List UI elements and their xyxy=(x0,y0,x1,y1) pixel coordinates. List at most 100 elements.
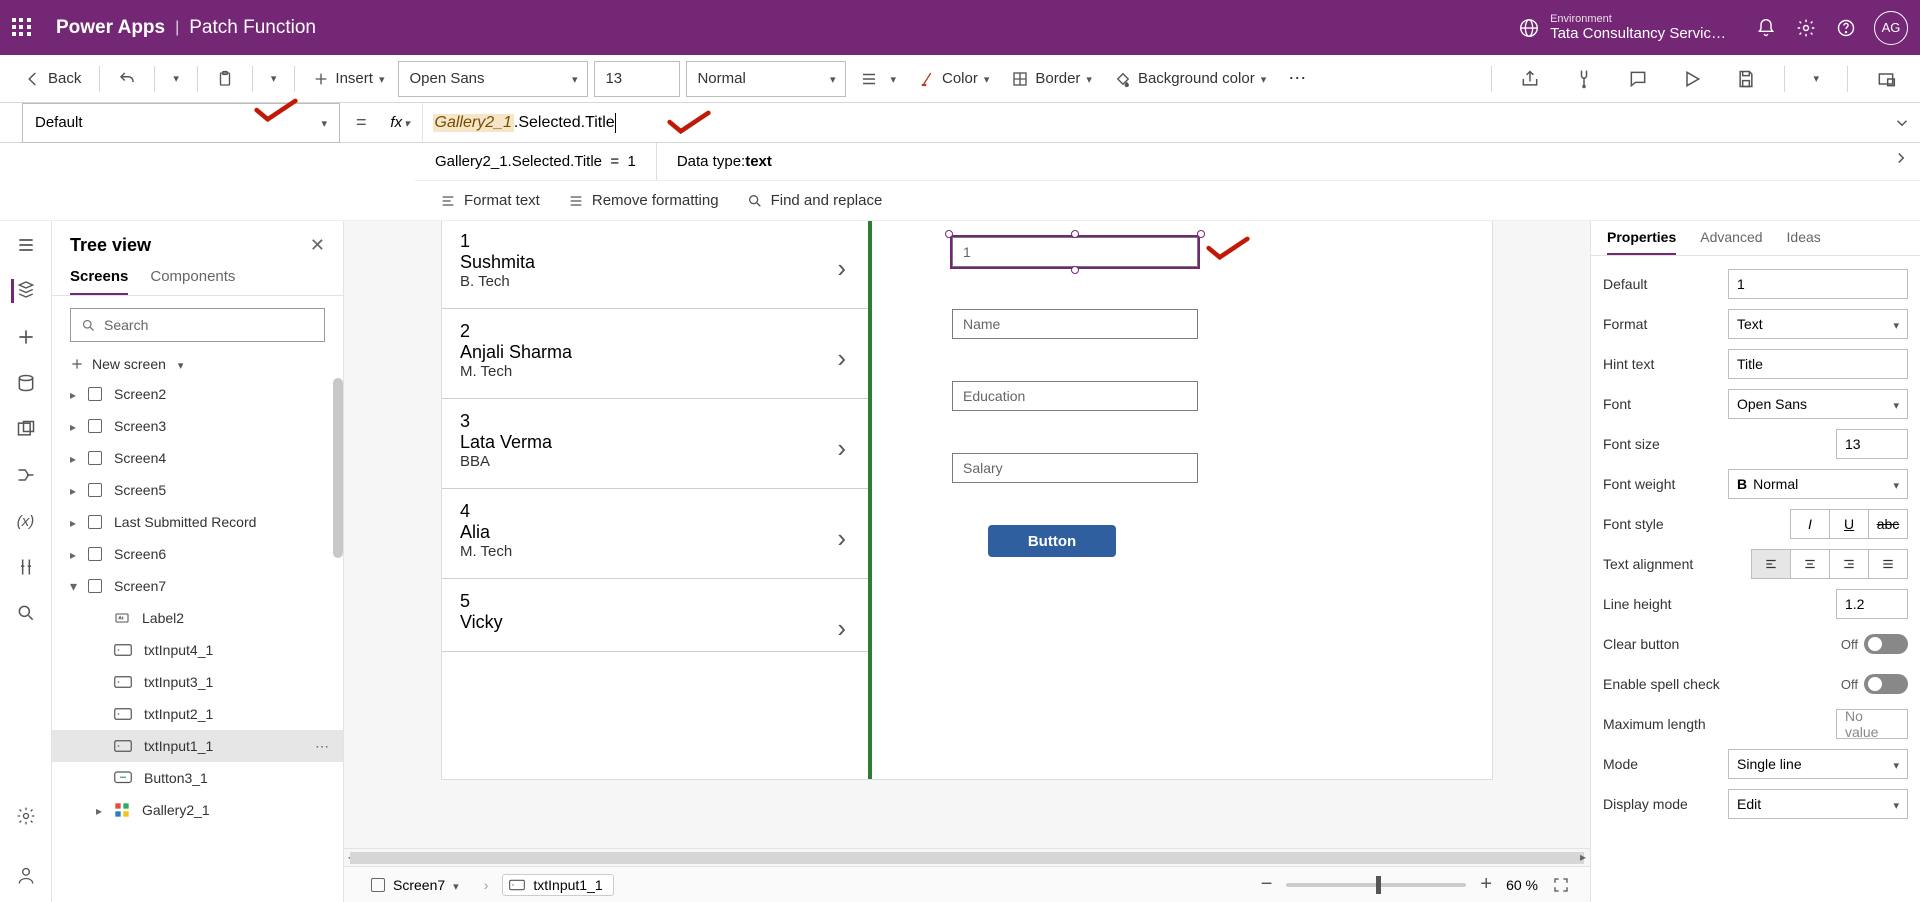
salary-input[interactable]: Salary xyxy=(952,453,1198,483)
close-tree-icon[interactable]: ✕ xyxy=(310,235,325,256)
new-screen-button[interactable]: New screen xyxy=(52,350,343,378)
find-replace-button[interactable]: Find and replace xyxy=(747,192,883,209)
paste-dropdown[interactable] xyxy=(263,68,285,89)
notifications-icon[interactable] xyxy=(1746,8,1786,48)
tab-advanced[interactable]: Advanced xyxy=(1700,229,1762,255)
tree-node[interactable]: txtInput3_1 xyxy=(52,666,343,698)
overflow-button[interactable]: ⋯ xyxy=(1280,64,1316,93)
align-center[interactable] xyxy=(1790,549,1830,579)
tree-node[interactable]: txtInput1_1⋯ xyxy=(52,730,343,762)
play-button[interactable] xyxy=(1674,65,1710,93)
prop-fsize-input[interactable]: 13 xyxy=(1836,429,1908,459)
settings-icon[interactable] xyxy=(1786,8,1826,48)
tree-node[interactable]: Screen4 xyxy=(52,442,343,474)
fit-icon[interactable] xyxy=(1552,876,1570,894)
font-select[interactable]: Open Sans xyxy=(398,61,588,97)
format-text-button[interactable]: Format text xyxy=(440,192,540,209)
txtinput1-selected[interactable]: 1 xyxy=(952,237,1198,267)
align-left[interactable] xyxy=(1751,549,1791,579)
tree-node[interactable]: Button3_1 xyxy=(52,762,343,794)
collapse-intel-icon[interactable] xyxy=(1892,149,1910,167)
tools-icon[interactable] xyxy=(14,555,38,579)
tab-properties[interactable]: Properties xyxy=(1607,229,1676,255)
tree-node[interactable]: Screen6 xyxy=(52,538,343,570)
prop-lineheight-input[interactable]: 1.2 xyxy=(1836,589,1908,619)
tree-node[interactable]: Label2 xyxy=(52,602,343,634)
tree-node[interactable]: Screen3 xyxy=(52,410,343,442)
tab-ideas[interactable]: Ideas xyxy=(1787,229,1821,255)
breadcrumb-control[interactable]: txtInput1_1 xyxy=(502,874,613,896)
zoom-out-icon[interactable]: − xyxy=(1261,873,1273,896)
comments-button[interactable] xyxy=(1620,65,1656,93)
search-rail-icon[interactable] xyxy=(14,601,38,625)
checker-button[interactable] xyxy=(1566,65,1602,93)
tab-screens[interactable]: Screens xyxy=(70,268,128,295)
tree-scrollbar[interactable] xyxy=(333,378,343,558)
breadcrumb-screen[interactable]: Screen7 xyxy=(364,874,470,896)
help-icon[interactable] xyxy=(1826,8,1866,48)
data-icon[interactable] xyxy=(14,371,38,395)
expand-formula-icon[interactable] xyxy=(1884,114,1920,132)
tree-node[interactable]: Last Submitted Record xyxy=(52,506,343,538)
waffle-icon[interactable] xyxy=(12,18,32,38)
formula-input[interactable]: Gallery2_1.Selected.Title xyxy=(423,103,1884,142)
submit-button[interactable]: Button xyxy=(988,525,1116,557)
strike-toggle[interactable]: abc xyxy=(1868,509,1908,539)
save-dropdown[interactable] xyxy=(1805,68,1827,89)
underline-toggle[interactable]: U xyxy=(1829,509,1869,539)
tab-components[interactable]: Components xyxy=(150,268,235,295)
zoom-slider[interactable] xyxy=(1286,883,1466,887)
canvas[interactable]: 1SushmitaB. Tech›2Anjali SharmaM. Tech›3… xyxy=(442,221,1492,779)
publish-button[interactable] xyxy=(1868,65,1904,93)
property-dropdown[interactable]: Default xyxy=(22,103,340,143)
variables-icon[interactable]: (x) xyxy=(14,509,38,533)
zoom-in-icon[interactable]: + xyxy=(1480,873,1492,896)
undo-dropdown[interactable] xyxy=(165,68,187,89)
tree-node[interactable]: Screen5 xyxy=(52,474,343,506)
tree-node[interactable]: Gallery2_1 xyxy=(52,794,343,826)
user-avatar[interactable]: AG xyxy=(1874,11,1908,45)
environment-picker[interactable]: Environment Tata Consultancy Servic… xyxy=(1518,13,1726,43)
align-right[interactable] xyxy=(1829,549,1869,579)
share-button[interactable] xyxy=(1512,65,1548,93)
gallery-control[interactable]: 1SushmitaB. Tech›2Anjali SharmaM. Tech›3… xyxy=(442,221,872,779)
gallery-item[interactable]: 5Vicky› xyxy=(442,579,868,652)
tree-view-icon[interactable] xyxy=(11,279,35,303)
font-weight-select[interactable]: Normal xyxy=(686,61,846,97)
border-button[interactable]: Border xyxy=(1003,66,1100,92)
bgcolor-button[interactable]: Background color xyxy=(1106,66,1274,92)
ask-icon[interactable] xyxy=(14,864,38,888)
italic-toggle[interactable]: I xyxy=(1790,509,1830,539)
paste-button[interactable] xyxy=(208,66,242,92)
gallery-item[interactable]: 1SushmitaB. Tech› xyxy=(442,221,868,309)
hamburger-icon[interactable] xyxy=(14,233,38,257)
add-icon[interactable] xyxy=(14,325,38,349)
h-scrollbar[interactable]: ◂ ▸ xyxy=(344,848,1590,866)
education-input[interactable]: Education xyxy=(952,381,1198,411)
tree-list[interactable]: Screen2Screen3Screen4Screen5Last Submitt… xyxy=(52,378,343,902)
prop-fweight-select[interactable]: BNormal xyxy=(1728,469,1908,499)
align-button[interactable] xyxy=(852,66,904,92)
media-icon[interactable] xyxy=(14,417,38,441)
name-input[interactable]: Name xyxy=(952,309,1198,339)
gallery-item[interactable]: 4AliaM. Tech› xyxy=(442,489,868,579)
tree-node[interactable]: Screen2 xyxy=(52,378,343,410)
spell-toggle[interactable] xyxy=(1864,674,1908,694)
color-button[interactable]: Color xyxy=(910,66,997,92)
save-button[interactable] xyxy=(1728,65,1764,93)
tree-search-input[interactable]: Search xyxy=(70,308,325,342)
tree-node[interactable]: txtInput4_1 xyxy=(52,634,343,666)
prop-maxlen-input[interactable]: No value xyxy=(1836,709,1908,739)
clear-toggle[interactable] xyxy=(1864,634,1908,654)
fx-button[interactable]: fx xyxy=(379,103,423,142)
gallery-item[interactable]: 2Anjali SharmaM. Tech› xyxy=(442,309,868,399)
prop-dispmode-select[interactable]: Edit xyxy=(1728,789,1908,819)
prop-hint-input[interactable]: Title xyxy=(1728,349,1908,379)
font-size-input[interactable]: 13 xyxy=(594,61,680,97)
prop-format-select[interactable]: Text xyxy=(1728,309,1908,339)
gallery-item[interactable]: 3Lata VermaBBA› xyxy=(442,399,868,489)
prop-mode-select[interactable]: Single line xyxy=(1728,749,1908,779)
prop-default-input[interactable]: 1 xyxy=(1728,269,1908,299)
insert-button[interactable]: Insert xyxy=(305,66,392,91)
align-justify[interactable] xyxy=(1868,549,1908,579)
